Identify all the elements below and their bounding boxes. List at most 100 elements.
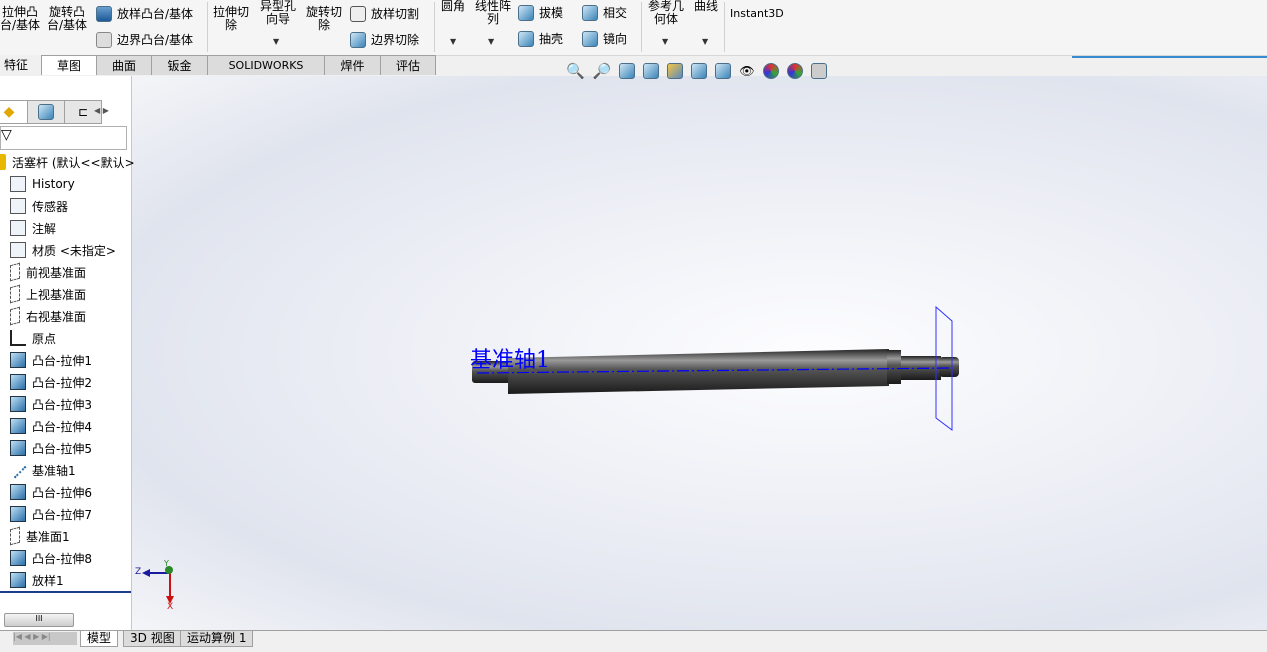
configuration-icon: ⊏ xyxy=(77,105,89,119)
tab-3d-views[interactable]: 3D 视图 xyxy=(123,631,182,647)
chevron-down-icon[interactable]: ▼ xyxy=(662,37,668,46)
tree-item-label: 凸台-拉伸7 xyxy=(32,507,92,522)
revolve-boss-button[interactable]: 旋转凸 台/基体 xyxy=(44,6,90,32)
mirror-icon xyxy=(582,30,598,47)
extrude-cut-button[interactable]: 拉伸切 除 xyxy=(210,6,252,32)
graphics-viewport[interactable]: 基准轴1 🔍 🔎 👁 Z Y X xyxy=(132,62,1267,630)
hole-wizard-button[interactable]: 异型孔 向导 xyxy=(256,0,300,26)
feature-tree-tab[interactable]: ◆ xyxy=(0,100,28,124)
tree-root[interactable]: 活塞杆 (默认<<默认> xyxy=(0,152,135,172)
tree-item[interactable]: 传感器 xyxy=(10,196,68,216)
property-manager-tab[interactable] xyxy=(27,100,65,124)
tree-item[interactable]: 注解 xyxy=(10,218,56,238)
revolve-cut-button[interactable]: 旋转切 除 xyxy=(302,6,346,32)
previous-view-icon[interactable] xyxy=(619,63,636,79)
plane-icon xyxy=(10,262,20,282)
y-axis-label: Y xyxy=(164,559,169,568)
tab-motion-study[interactable]: 运动算例 1 xyxy=(180,631,254,647)
tree-item-label: 凸台-拉伸6 xyxy=(32,485,92,500)
reference-geometry-button[interactable]: 参考几 何体 xyxy=(645,0,687,26)
extrude-icon xyxy=(10,396,26,412)
hide-show-icon[interactable]: 👁 xyxy=(739,64,754,78)
feature-manager-panel: ◆ ⊏ ◀ ▶ ▽ 活塞杆 (默认<<默认> History 传感器注解材质 <未… xyxy=(0,76,135,630)
view-orientation-icon[interactable] xyxy=(691,63,708,79)
tab-surfaces[interactable]: 曲面 xyxy=(96,55,152,75)
bottom-tabs: |◀ ◀ ▶ ▶| 模型 3D 视图 运动算例 1 xyxy=(0,630,1267,647)
loft-cut-button[interactable]: 放样切割 xyxy=(350,5,419,22)
horizontal-scrollbar[interactable]: III xyxy=(4,613,74,627)
boundary-boss-button[interactable]: 边界凸台/基体 xyxy=(96,31,193,48)
tree-item[interactable]: 凸台-拉伸3 xyxy=(10,394,92,414)
zoom-to-area-icon[interactable]: 🔎 xyxy=(593,62,612,80)
tree-item[interactable]: 上视基准面 xyxy=(10,284,86,304)
tree-item[interactable]: 放样1 xyxy=(10,570,64,590)
tab-features[interactable]: 特征 xyxy=(0,55,42,75)
plane-icon xyxy=(10,284,20,304)
chevron-down-icon[interactable]: ▼ xyxy=(488,37,494,46)
sensors-icon xyxy=(10,198,26,214)
dynamic-annotation-icon[interactable] xyxy=(667,63,684,79)
tab-weldments[interactable]: 焊件(D) xyxy=(324,55,381,93)
tab-sketch[interactable]: 草图 xyxy=(41,55,97,75)
tree-item[interactable]: 凸台-拉伸6 xyxy=(10,482,92,502)
material-icon xyxy=(10,242,26,258)
tree-item[interactable]: 原点 xyxy=(10,328,56,348)
axis-icon xyxy=(9,461,27,479)
fillet-button[interactable]: 圆角 xyxy=(438,0,468,13)
tree-item[interactable]: 凸台-拉伸4 xyxy=(10,416,92,436)
draft-icon xyxy=(518,4,534,21)
heads-up-toolbar: 🔍 🔎 👁 xyxy=(566,62,866,80)
tree-item[interactable]: 基准面1 xyxy=(10,526,70,546)
section-view-icon[interactable] xyxy=(643,63,660,79)
linear-pattern-button[interactable]: 线性阵 列 xyxy=(472,0,514,26)
chevron-down-icon[interactable]: ▼ xyxy=(702,37,708,46)
tree-item[interactable]: 右视基准面 xyxy=(10,306,86,326)
filter-box[interactable]: ▽ xyxy=(0,126,127,150)
curves-button[interactable]: 曲线 xyxy=(691,0,721,13)
tree-item-label: 凸台-拉伸3 xyxy=(32,397,92,412)
tab-mbd[interactable]: SOLIDWORKS MBD xyxy=(207,55,325,92)
tree-item[interactable]: 凸台-拉伸7 xyxy=(10,504,92,524)
intersect-icon xyxy=(582,4,598,21)
mirror-button[interactable]: 镜向 xyxy=(582,30,627,47)
loft-icon xyxy=(10,572,26,588)
rollback-bar[interactable] xyxy=(0,591,131,593)
tab-navigation-arrows[interactable]: |◀ ◀ ▶ ▶| xyxy=(13,632,77,645)
boundary-cut-button[interactable]: 边界切除 xyxy=(350,31,419,48)
tree-item[interactable]: 凸台-拉伸5 xyxy=(10,438,92,458)
z-axis-label: Z xyxy=(135,567,142,577)
zoom-to-fit-icon[interactable]: 🔍 xyxy=(566,62,585,80)
shell-button[interactable]: 抽壳 xyxy=(518,30,563,47)
chevron-down-icon[interactable]: ▼ xyxy=(273,37,279,46)
loft-boss-button[interactable]: 放样凸台/基体 xyxy=(96,5,193,22)
tree-item-label: 注解 xyxy=(32,221,57,236)
intersect-button[interactable]: 相交 xyxy=(582,4,627,21)
tab-evaluate[interactable]: 评估 xyxy=(380,55,436,75)
tree-item[interactable]: 前视基准面 xyxy=(10,262,86,282)
panel-scroll-arrows[interactable]: ◀ ▶ xyxy=(94,106,109,115)
origin-icon xyxy=(10,330,26,346)
extrude-icon xyxy=(10,440,26,456)
annotations-icon xyxy=(10,220,26,236)
tab-model[interactable]: 模型 xyxy=(80,631,119,647)
draft-button[interactable]: 拔模 xyxy=(518,4,563,21)
chevron-down-icon[interactable]: ▼ xyxy=(450,37,456,46)
tree-item[interactable]: 基准轴1 xyxy=(9,460,76,480)
tree-item[interactable]: 凸台-拉伸1 xyxy=(10,350,92,370)
edit-appearance-icon[interactable] xyxy=(762,63,779,79)
property-manager-icon xyxy=(38,104,54,120)
scene-icon[interactable] xyxy=(786,63,803,79)
tree-item[interactable]: History xyxy=(10,174,75,194)
tree-item[interactable]: 凸台-拉伸8 xyxy=(10,548,92,568)
tree-item-label: 传感器 xyxy=(32,199,69,214)
tab-sheet-metal[interactable]: 钣金 xyxy=(151,55,208,75)
display-style-icon[interactable] xyxy=(715,63,732,79)
command-tabs: 特征 草图 曲面 钣金 SOLIDWORKS MBD 焊件(D) 评估 xyxy=(0,55,436,93)
tree-item-label: 原点 xyxy=(32,331,57,346)
instant3d-button[interactable]: Instant3D xyxy=(730,7,784,20)
tree-item-label: 前视基准面 xyxy=(26,265,87,280)
view-settings-icon[interactable] xyxy=(810,63,827,79)
tree-item[interactable]: 材质 <未指定> xyxy=(10,240,116,260)
extrude-boss-button[interactable]: 拉伸凸 台/基体 xyxy=(0,6,40,32)
tree-item[interactable]: 凸台-拉伸2 xyxy=(10,372,92,392)
